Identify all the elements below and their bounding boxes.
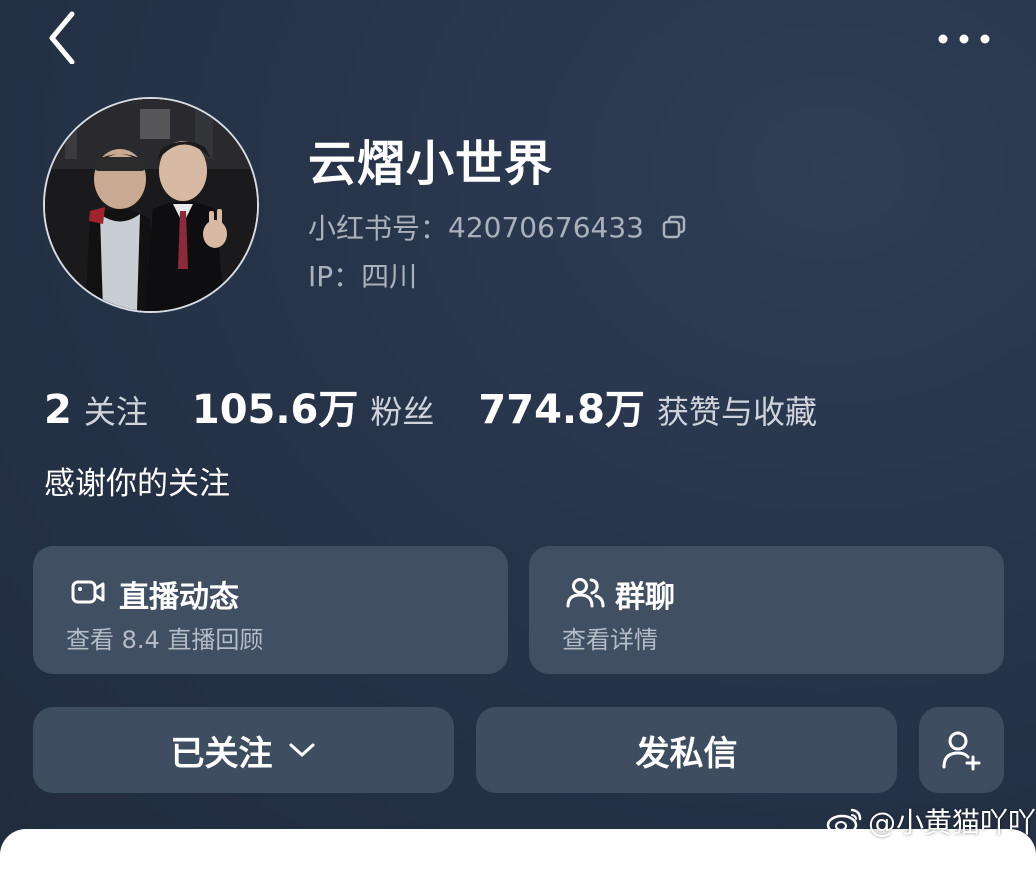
video-camera-icon	[69, 574, 109, 610]
group-chat-card[interactable]: 群聊 查看详情	[529, 546, 1004, 674]
chevron-down-icon	[287, 740, 317, 760]
add-user-button[interactable]	[919, 707, 1004, 793]
stat-label: 获赞与收藏	[656, 393, 817, 431]
copy-icon	[662, 215, 686, 239]
stat-value: 774.8万	[478, 387, 645, 433]
stat-label: 关注	[83, 393, 148, 431]
copy-button[interactable]	[660, 213, 688, 241]
stat-following[interactable]: 2 关注	[44, 387, 148, 433]
live-updates-card[interactable]: 直播动态 查看 8.4 直播回顾	[33, 546, 508, 674]
send-message-button[interactable]: 发私信	[476, 707, 897, 793]
more-button[interactable]	[936, 28, 992, 50]
stat-value: 105.6万	[191, 387, 359, 433]
card-subtitle: 查看 8.4 直播回顾	[66, 626, 264, 654]
account-id-row: 小红书号： 42070676433	[308, 207, 688, 247]
stat-likes-collections[interactable]: 774.8万 获赞与收藏	[478, 377, 817, 435]
back-button[interactable]	[44, 8, 84, 64]
profile-avatar-photo	[45, 99, 257, 311]
stat-followers[interactable]: 105.6万 粉丝	[192, 377, 435, 435]
following-label: 已关注	[170, 733, 273, 774]
profile-bio: 感谢你的关注	[44, 466, 230, 502]
stats-row: 2 关注 105.6万 粉丝 774.8万 获赞与收藏	[44, 377, 817, 435]
profile-name: 云熠小世界	[308, 136, 554, 192]
stat-value: 2	[44, 387, 72, 433]
account-label: 小红书号：	[308, 212, 449, 245]
message-label: 发私信	[635, 733, 738, 774]
add-user-icon	[942, 731, 980, 771]
weibo-icon	[826, 806, 864, 836]
following-button[interactable]: 已关注	[33, 707, 454, 793]
ip-value: 四川	[361, 260, 418, 293]
more-dots-icon	[938, 34, 990, 44]
avatar[interactable]	[43, 97, 259, 313]
ip-location: IP：四川	[308, 255, 417, 295]
account-id: 42070676433	[448, 210, 644, 244]
stat-label: 粉丝	[370, 393, 435, 431]
ip-label: IP：	[308, 260, 362, 293]
watermark: @小黄猫吖吖	[826, 801, 1036, 841]
group-users-icon	[565, 574, 605, 610]
watermark-text: @小黄猫吖吖	[868, 806, 1036, 839]
card-title: 群聊	[615, 580, 675, 615]
chevron-left-icon	[49, 11, 75, 64]
card-title: 直播动态	[119, 580, 239, 615]
card-subtitle: 查看详情	[562, 626, 658, 654]
